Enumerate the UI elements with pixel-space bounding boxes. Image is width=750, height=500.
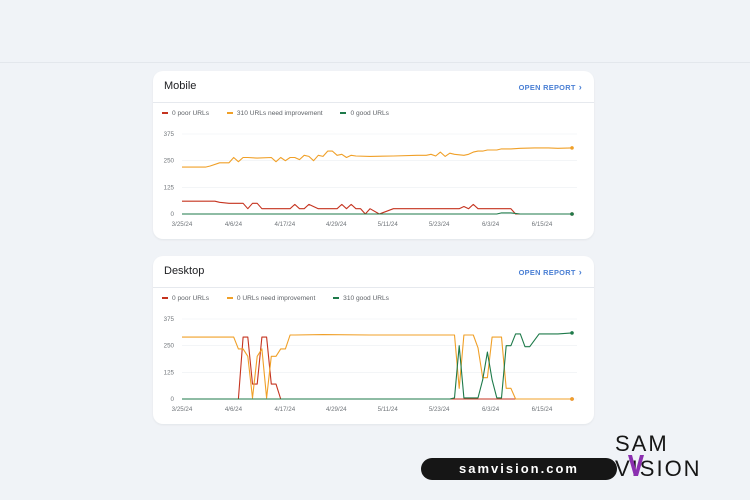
x-tick-label: 4/29/24 [326, 406, 347, 413]
series-line [182, 147, 573, 168]
x-tick-label: 3/25/24 [172, 406, 193, 413]
svg-text:VISION: VISION [615, 456, 702, 480]
desktop-report-card: Desktop OPEN REPORT › 0 poor URLs 0 URLs … [153, 256, 594, 424]
series-line [182, 336, 572, 400]
y-tick-label: 0 [171, 396, 175, 403]
y-tick-label: 250 [164, 158, 175, 165]
y-tick-label: 375 [164, 316, 175, 323]
x-tick-label: 5/23/24 [429, 406, 450, 413]
series-end-point [570, 331, 574, 335]
x-tick-label: 6/3/24 [482, 221, 500, 228]
x-tick-label: 5/11/24 [378, 406, 399, 413]
website-url-badge: samvision.com [421, 458, 617, 480]
y-tick-label: 0 [171, 211, 175, 218]
y-tick-label: 250 [164, 343, 175, 350]
x-tick-label: 4/17/24 [275, 221, 296, 228]
x-tick-label: 3/25/24 [172, 221, 193, 228]
x-tick-label: 6/15/24 [532, 221, 553, 228]
header-divider [0, 62, 750, 63]
series-line [182, 200, 572, 215]
y-tick-label: 125 [164, 369, 175, 376]
series-end-point [570, 146, 574, 150]
y-tick-label: 125 [164, 184, 175, 191]
series-end-point [570, 397, 574, 401]
x-tick-label: 4/6/24 [225, 406, 243, 413]
svg-text:SAM: SAM [615, 431, 669, 456]
samvision-logo: SAM VISION [615, 431, 702, 480]
x-tick-label: 4/17/24 [275, 406, 296, 413]
x-tick-label: 4/6/24 [225, 221, 243, 228]
mobile-report-card: Mobile OPEN REPORT › 0 poor URLs 310 URLs… [153, 71, 594, 239]
x-tick-label: 5/11/24 [378, 221, 399, 228]
x-tick-label: 5/23/24 [429, 221, 450, 228]
y-tick-label: 375 [164, 131, 175, 138]
x-tick-label: 4/29/24 [326, 221, 347, 228]
x-tick-label: 6/15/24 [532, 406, 553, 413]
x-tick-label: 6/3/24 [482, 406, 500, 413]
mobile-line-chart: 0 125 250 375 3/25/24 4/6/24 4/17/24 4/29/24 5/1… [164, 131, 577, 228]
desktop-line-chart: 0 125 250 375 3/25/24 4/6/24 4/17/24 4/29/24 5/1… [164, 316, 577, 413]
series-end-point [570, 212, 574, 216]
